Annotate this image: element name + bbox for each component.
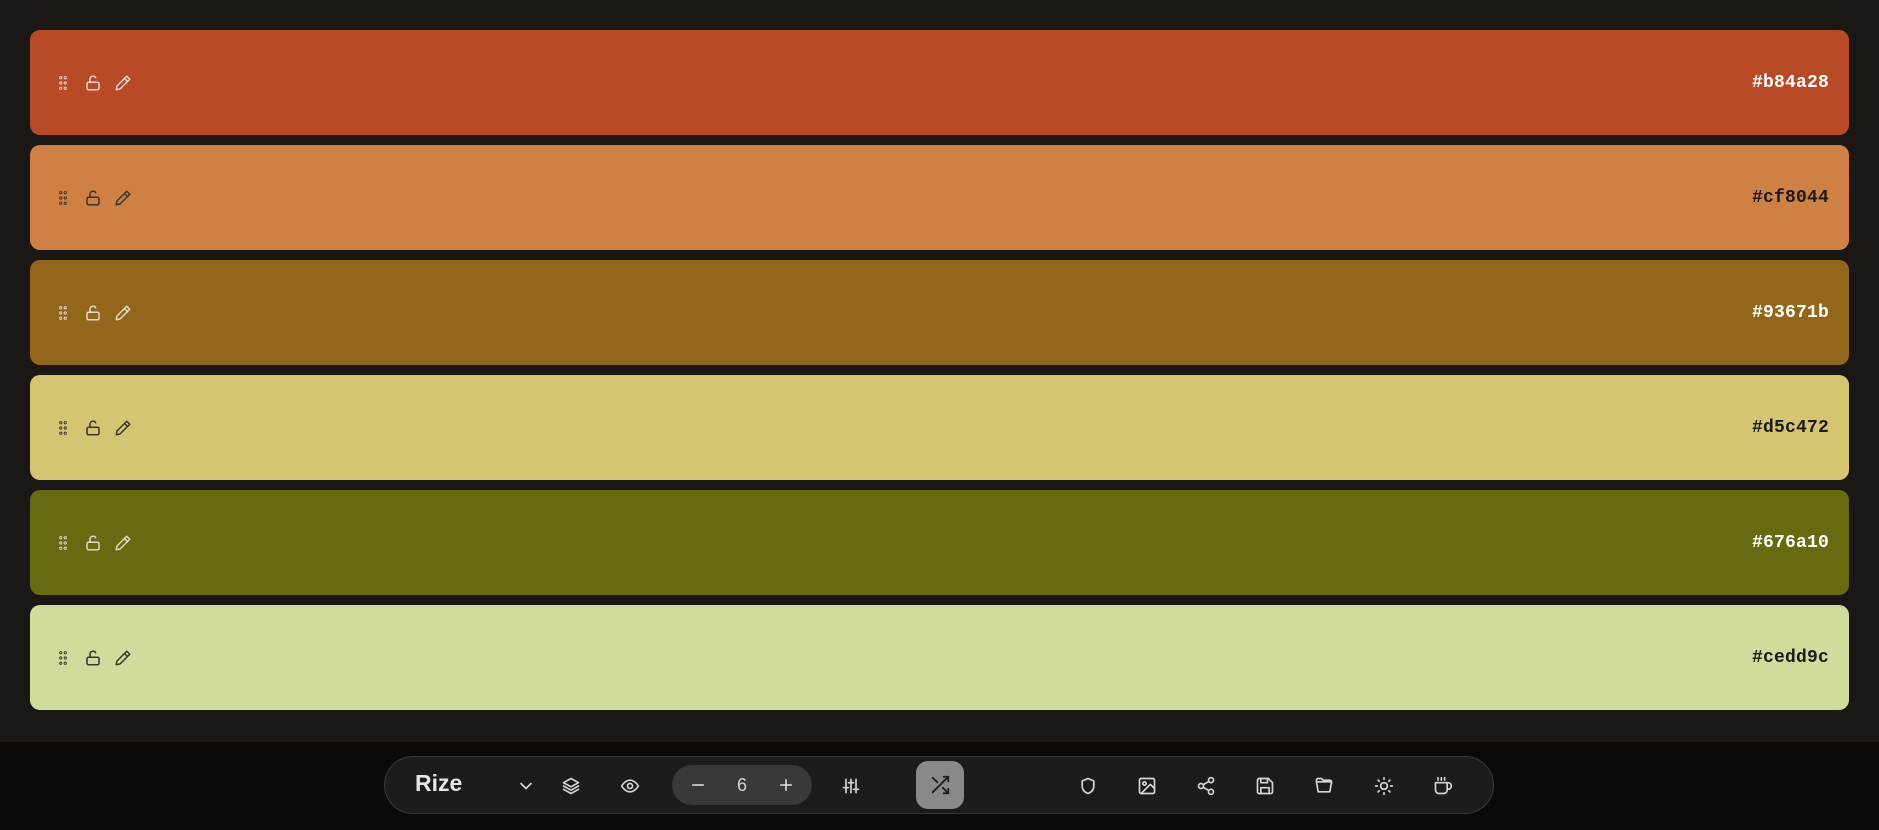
drag-handle-icon[interactable] xyxy=(52,302,74,324)
unlock-icon[interactable] xyxy=(82,187,104,209)
share-icon[interactable] xyxy=(1191,771,1221,801)
unlock-icon[interactable] xyxy=(82,417,104,439)
color-swatch[interactable]: #676a10 xyxy=(30,490,1849,595)
main-toolbar: Rize 6 xyxy=(384,756,1494,814)
pencil-icon[interactable] xyxy=(112,417,134,439)
eye-icon[interactable] xyxy=(615,771,645,801)
unlock-icon[interactable] xyxy=(82,532,104,554)
swatch-tools xyxy=(52,302,134,324)
hex-code[interactable]: #d5c472 xyxy=(1752,418,1829,438)
color-swatch[interactable]: #93671b xyxy=(30,260,1849,365)
pencil-icon[interactable] xyxy=(112,532,134,554)
sliders-icon[interactable] xyxy=(836,771,866,801)
color-count: 6 xyxy=(736,774,747,795)
unlock-icon[interactable] xyxy=(82,72,104,94)
pencil-icon[interactable] xyxy=(112,72,134,94)
color-swatch[interactable]: #cf8044 xyxy=(30,145,1849,250)
color-swatch[interactable]: #cedd9c xyxy=(30,605,1849,710)
pencil-icon[interactable] xyxy=(112,647,134,669)
save-icon[interactable] xyxy=(1250,771,1280,801)
drag-handle-icon[interactable] xyxy=(52,187,74,209)
swatch-tools xyxy=(52,647,134,669)
layers-icon[interactable] xyxy=(556,771,586,801)
sun-icon[interactable] xyxy=(1369,771,1399,801)
drag-handle-icon[interactable] xyxy=(52,532,74,554)
swatch-tools xyxy=(52,72,134,94)
hex-code[interactable]: #cedd9c xyxy=(1752,648,1829,668)
hex-code[interactable]: #676a10 xyxy=(1752,533,1829,553)
swatch-tools xyxy=(52,417,134,439)
bottom-bar: Rize 6 xyxy=(0,742,1879,830)
color-swatch[interactable]: #d5c472 xyxy=(30,375,1849,480)
drag-handle-icon[interactable] xyxy=(52,647,74,669)
unlock-icon[interactable] xyxy=(82,302,104,324)
palette-list: #b84a28 #cf8044 #93671b #d5c472 #676a10 … xyxy=(30,30,1849,720)
brand-name[interactable]: Rize xyxy=(415,770,462,797)
shield-icon[interactable] xyxy=(1073,771,1103,801)
hex-code[interactable]: #b84a28 xyxy=(1752,73,1829,93)
swatch-tools xyxy=(52,187,134,209)
pencil-icon[interactable] xyxy=(112,302,134,324)
hex-code[interactable]: #cf8044 xyxy=(1752,188,1829,208)
drag-handle-icon[interactable] xyxy=(52,417,74,439)
swatch-tools xyxy=(52,532,134,554)
plus-icon[interactable] xyxy=(774,773,798,797)
hex-code[interactable]: #93671b xyxy=(1752,303,1829,323)
unlock-icon[interactable] xyxy=(82,647,104,669)
pencil-icon[interactable] xyxy=(112,187,134,209)
shuffle-icon xyxy=(931,775,950,795)
color-swatch[interactable]: #b84a28 xyxy=(30,30,1849,135)
shuffle-button[interactable] xyxy=(916,761,964,809)
chevron-down-icon[interactable] xyxy=(511,771,541,801)
coffee-icon[interactable] xyxy=(1428,771,1458,801)
drag-handle-icon[interactable] xyxy=(52,72,74,94)
color-count-stepper: 6 xyxy=(672,765,812,805)
folder-open-icon[interactable] xyxy=(1309,771,1339,801)
minus-icon[interactable] xyxy=(686,773,710,797)
image-icon[interactable] xyxy=(1132,771,1162,801)
